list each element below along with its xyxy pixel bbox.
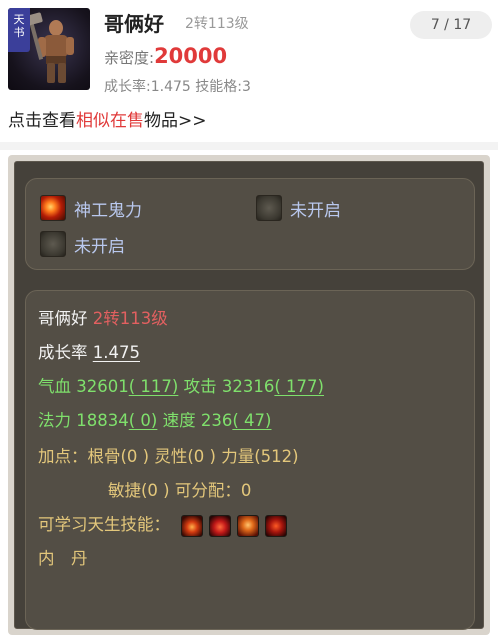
growth-label: 成长率 [38, 343, 88, 362]
similar-items-link[interactable]: 点击查看相似在售物品>> [8, 106, 207, 131]
special-skill-3-label: 未开启 [74, 236, 125, 257]
stats-pet-level: 2转113级 [92, 309, 168, 328]
hp-attack-row: 气血 32601( 117) 攻击 32316( 177) [38, 373, 324, 397]
attack-value: 32316 [221, 377, 275, 396]
speed-value: 236 [200, 411, 233, 430]
innate-skills-row: 可学习天生技能： [38, 511, 288, 537]
points-row-1: 加点：根骨(0 ) 灵性(0 ) 力量(512) [38, 447, 299, 466]
hp-bonus: ( 117) [128, 377, 179, 396]
pet-stats-box: 哥俩好 2转113级 成长率 1.475 气血 32601( 117) 攻击 3… [25, 290, 475, 630]
pet-avatar[interactable]: 天 书 [8, 8, 90, 90]
intimacy-value: 20000 [154, 44, 228, 68]
stats-pet-name: 哥俩好 [38, 309, 88, 328]
special-skill-2-label: 未开启 [290, 200, 341, 221]
similar-suffix: 物品>> [144, 111, 207, 131]
pet-level: 2转113级 [185, 16, 249, 32]
image-pager[interactable]: 7 / 17 [410, 11, 492, 39]
pet-detail-panel: 神工鬼力 未开启 未开启 哥俩好 2转113级 成长率 1.475 气血 326… [8, 155, 490, 635]
intimacy-row: 亲密度:20000 [104, 44, 227, 68]
innate-skills-list [181, 514, 288, 537]
innate-skill-2-icon[interactable] [209, 514, 232, 537]
section-divider [0, 142, 498, 150]
speed-label: 速度 [162, 411, 196, 430]
mp-bonus: ( 0) [128, 411, 158, 430]
special-skill-2[interactable]: 未开启 [256, 195, 341, 221]
similar-highlight: 相似在售 [76, 111, 144, 131]
stats-title-row: 哥俩好 2转113级 [38, 305, 168, 329]
special-skill-1[interactable]: 神工鬼力 [40, 195, 142, 221]
hp-label: 气血 [38, 377, 71, 396]
innate-skills-label: 可学习天生技能： [38, 515, 170, 534]
mp-speed-row: 法力 18834( 0) 速度 236( 47) [38, 407, 272, 431]
fire-skill-icon [40, 195, 66, 221]
pet-detail-inner: 神工鬼力 未开启 未开启 哥俩好 2转113级 成长率 1.475 气血 326… [14, 161, 484, 630]
growth-row: 成长率 1.475 [38, 339, 140, 363]
special-skill-1-label: 神工鬼力 [74, 200, 142, 221]
pet-header: 天 书 哥俩好 2转113级 7 / 17 亲密度:20000 成长率:1.47… [0, 0, 498, 145]
attack-bonus: ( 177) [274, 377, 324, 396]
neidan-label: 内 丹 [38, 549, 88, 568]
special-skills-box: 神工鬼力 未开启 未开启 [25, 178, 475, 270]
similar-prefix: 点击查看 [8, 111, 76, 131]
innate-skill-4-icon[interactable] [265, 514, 288, 537]
locked-skill-icon [40, 231, 66, 257]
mp-label: 法力 [38, 411, 71, 430]
growth-value: 1.475 [92, 343, 140, 362]
tag-char-2: 书 [13, 26, 25, 39]
attack-label: 攻击 [183, 377, 217, 396]
points-row-2: 敏捷(0 ) 可分配：0 [108, 481, 252, 500]
speed-bonus: ( 47) [232, 411, 272, 430]
tianshu-tag: 天 书 [8, 8, 30, 52]
special-skill-3[interactable]: 未开启 [40, 231, 125, 257]
pet-name: 哥俩好 [104, 12, 164, 36]
tag-char-1: 天 [13, 13, 25, 26]
hp-value: 32601 [76, 377, 129, 396]
locked-skill-icon [256, 195, 282, 221]
mp-value: 18834 [76, 411, 129, 430]
growth-rate-text: 成长率:1.475 [104, 79, 191, 95]
innate-skill-3-icon[interactable] [237, 514, 260, 537]
skill-slots-text: 技能格:3 [195, 79, 251, 95]
innate-skill-1-icon[interactable] [181, 514, 204, 537]
intimacy-label: 亲密度: [104, 49, 155, 67]
growth-skills-row: 成长率:1.475 技能格:3 [104, 76, 251, 96]
